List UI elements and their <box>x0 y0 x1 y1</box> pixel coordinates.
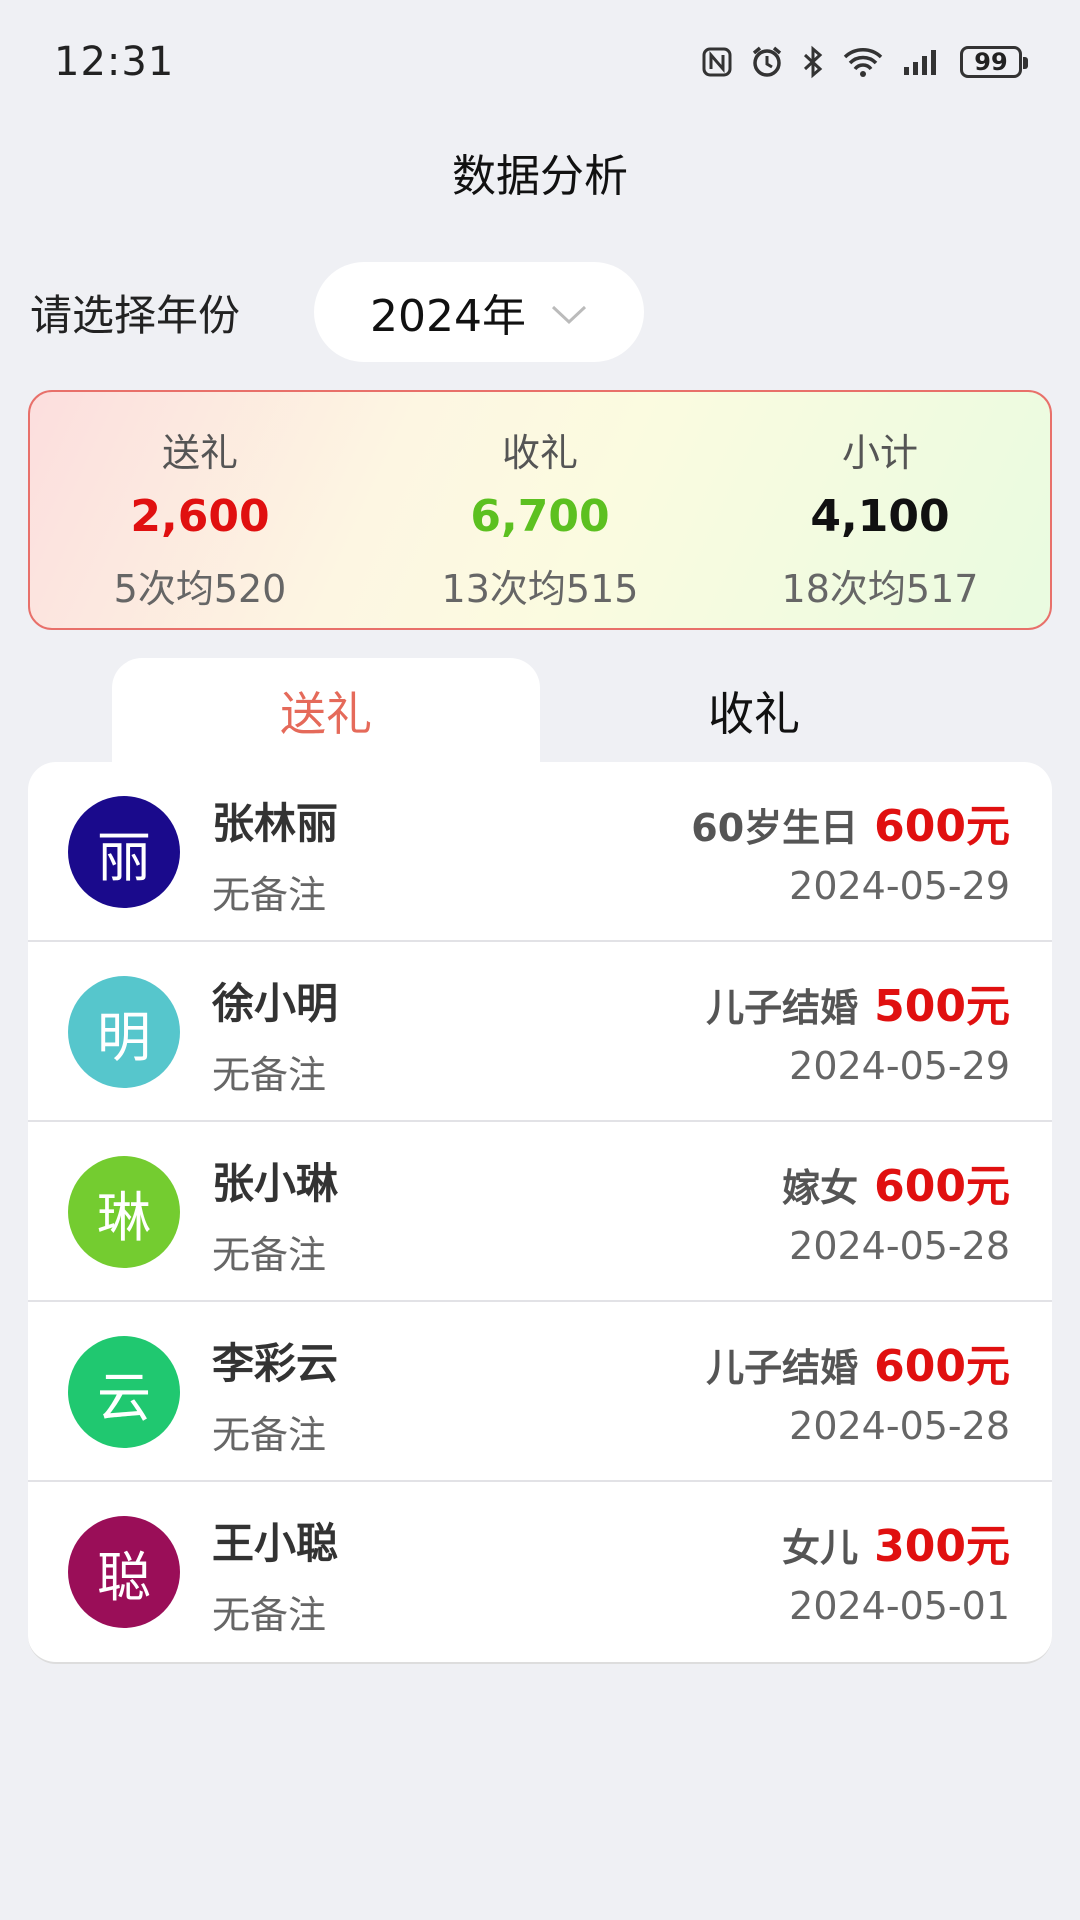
year-value: 2024年 <box>370 291 526 342</box>
summary-receive-value: 6,700 <box>470 491 610 542</box>
summary-give: 送礼 2,600 5次均520 <box>30 392 370 628</box>
year-label: 请选择年份 <box>30 291 241 340</box>
tab-give[interactable]: 送礼 <box>112 658 540 764</box>
avatar: 云 <box>68 1336 180 1448</box>
record-note: 无备注 <box>212 1593 327 1637</box>
record-note: 无备注 <box>212 873 327 917</box>
record-note: 无备注 <box>212 1413 327 1457</box>
summary-receive-title: 收礼 <box>501 431 578 475</box>
record-reason: 儿子结婚 <box>706 1346 859 1390</box>
record-date: 2024-05-29 <box>789 864 1010 908</box>
summary-receive: 收礼 6,700 13次均515 <box>370 392 710 628</box>
record-reason: 儿子结婚 <box>706 986 859 1030</box>
summary-give-value: 2,600 <box>130 491 270 542</box>
summary-subtotal-value: 4,100 <box>810 491 950 542</box>
list-item[interactable]: 丽 张林丽 无备注 60岁生日 600元 2024-05-29 <box>28 762 1052 942</box>
record-date: 2024-05-28 <box>789 1404 1010 1448</box>
record-amount: 500元 <box>874 981 1010 1032</box>
tab-receive[interactable]: 收礼 <box>540 658 968 764</box>
record-summary: 儿子结婚 500元 <box>706 970 1010 1034</box>
list-item[interactable]: 聪 王小聪 无备注 女儿 300元 2024-05-01 <box>28 1482 1052 1662</box>
record-amount: 600元 <box>874 1161 1010 1212</box>
record-name: 徐小明 <box>212 979 339 1028</box>
record-name: 李彩云 <box>212 1339 339 1388</box>
record-name: 王小聪 <box>212 1519 339 1568</box>
alarm-icon <box>750 45 784 79</box>
avatar: 丽 <box>68 796 180 908</box>
record-date: 2024-05-01 <box>789 1584 1010 1628</box>
record-name: 张林丽 <box>212 799 339 848</box>
avatar: 明 <box>68 976 180 1088</box>
signal-icon <box>902 47 942 77</box>
list-item[interactable]: 琳 张小琳 无备注 嫁女 600元 2024-05-28 <box>28 1122 1052 1302</box>
summary-subtotal-sub: 18次均517 <box>781 567 979 611</box>
record-note: 无备注 <box>212 1053 327 1097</box>
record-amount: 600元 <box>874 1341 1010 1392</box>
record-list: 丽 张林丽 无备注 60岁生日 600元 2024-05-29 明 徐小明 无备… <box>28 762 1052 1664</box>
summary-receive-sub: 13次均515 <box>441 567 639 611</box>
summary-give-sub: 5次均520 <box>113 567 287 611</box>
summary-card: 送礼 2,600 5次均520 收礼 6,700 13次均515 小计 4,10… <box>28 390 1052 630</box>
record-note: 无备注 <box>212 1233 327 1277</box>
battery-icon: 99 <box>960 46 1028 78</box>
record-reason: 嫁女 <box>782 1166 859 1210</box>
list-item[interactable]: 明 徐小明 无备注 儿子结婚 500元 2024-05-29 <box>28 942 1052 1122</box>
summary-subtotal: 小计 4,100 18次均517 <box>710 392 1050 628</box>
record-reason: 60岁生日 <box>691 806 859 850</box>
avatar: 聪 <box>68 1516 180 1628</box>
wifi-icon <box>842 46 884 78</box>
record-summary: 60岁生日 600元 <box>691 790 1010 854</box>
record-reason: 女儿 <box>782 1526 859 1570</box>
tab-bar: 送礼 收礼 <box>28 658 1052 764</box>
status-bar: 12:31 99 <box>0 0 1080 124</box>
record-amount: 300元 <box>874 1521 1010 1572</box>
nfc-icon <box>702 47 732 77</box>
status-icons: 99 <box>702 45 1028 79</box>
chevron-down-icon <box>550 287 588 338</box>
record-summary: 儿子结婚 600元 <box>706 1330 1010 1394</box>
record-date: 2024-05-28 <box>789 1224 1010 1268</box>
record-summary: 嫁女 600元 <box>782 1150 1010 1214</box>
record-amount: 600元 <box>874 801 1010 852</box>
year-picker[interactable]: 2024年 <box>314 262 644 362</box>
bluetooth-icon <box>802 45 824 79</box>
record-summary: 女儿 300元 <box>782 1510 1010 1574</box>
record-date: 2024-05-29 <box>789 1044 1010 1088</box>
summary-subtotal-title: 小计 <box>841 431 918 475</box>
list-item[interactable]: 云 李彩云 无备注 儿子结婚 600元 2024-05-28 <box>28 1302 1052 1482</box>
avatar: 琳 <box>68 1156 180 1268</box>
record-name: 张小琳 <box>212 1159 339 1208</box>
year-selector-row: 请选择年份 2024年 <box>30 262 1050 362</box>
page-title: 数据分析 <box>452 151 628 202</box>
summary-give-title: 送礼 <box>161 431 238 475</box>
status-time: 12:31 <box>54 39 175 85</box>
